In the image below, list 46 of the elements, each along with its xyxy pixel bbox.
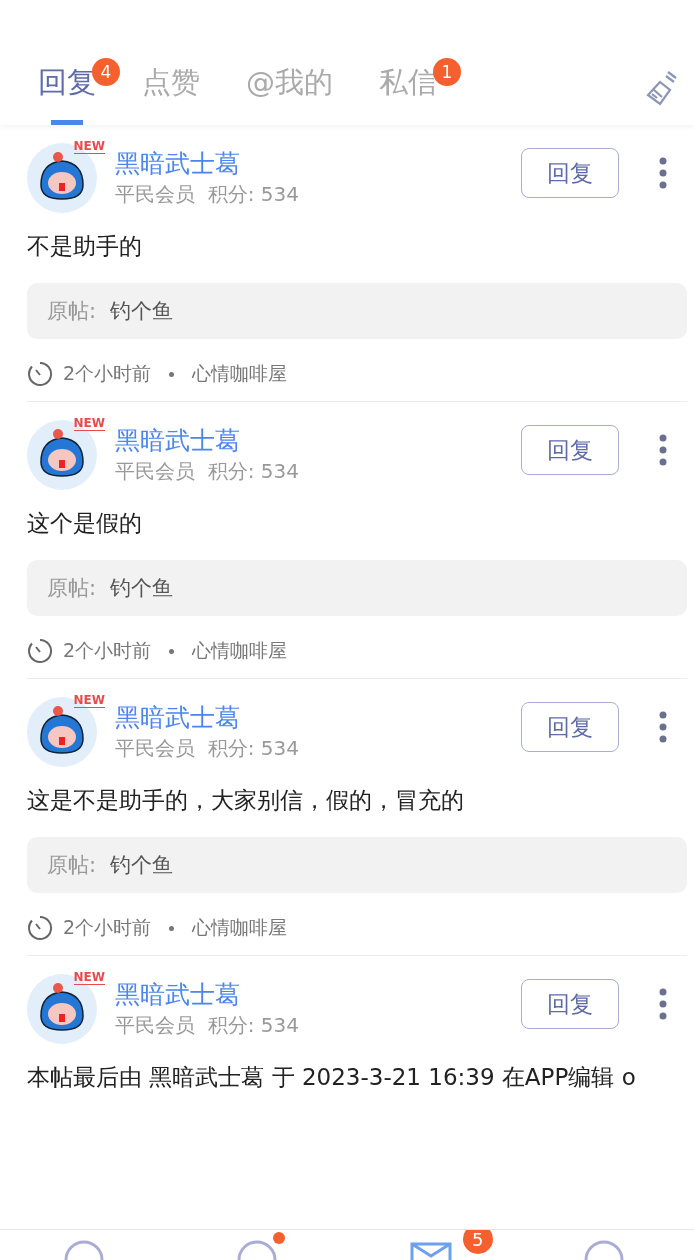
forum-name[interactable]: 心情咖啡屋 xyxy=(192,915,288,941)
new-tag: NEW xyxy=(73,694,105,708)
reply-text: 不是助手的 xyxy=(27,232,143,261)
reply-button[interactable]: 回复 xyxy=(521,979,619,1029)
reply-text: 这个是假的 xyxy=(27,509,143,538)
quote-label: 原帖: xyxy=(47,298,97,325)
clock-icon xyxy=(27,915,53,941)
original-post[interactable]: 原帖: 钓个鱼 xyxy=(27,283,687,339)
reply-button[interactable]: 回复 xyxy=(521,425,619,475)
more-icon[interactable] xyxy=(659,711,667,743)
user-meta: 平民会员 积分: 534 xyxy=(115,458,300,485)
count-badge: 5 xyxy=(462,1230,493,1254)
quote-title: 钓个鱼 xyxy=(110,575,174,602)
user-name[interactable]: 黑暗武士葛 xyxy=(115,425,521,457)
reply-text: 本帖最后由 黑暗武士葛 于 2023-3-21 16:39 在APP编辑 o xyxy=(27,1063,637,1092)
more-icon[interactable] xyxy=(659,988,667,1020)
quote-title: 钓个鱼 xyxy=(110,298,174,325)
post-time: 2个小时前 xyxy=(63,915,152,940)
clock-icon xyxy=(27,638,53,664)
post-time: 2个小时前 xyxy=(63,361,152,386)
new-tag: NEW xyxy=(73,971,105,985)
user-name[interactable]: 黑暗武士葛 xyxy=(115,979,521,1011)
user-meta: 平民会员 积分: 534 xyxy=(115,735,300,762)
more-icon[interactable] xyxy=(659,434,667,466)
reply-text: 这是不是助手的，大家别信，假的，冒充的 xyxy=(27,786,465,815)
quote-label: 原帖: xyxy=(47,575,97,602)
user-name[interactable]: 黑暗武士葛 xyxy=(115,148,521,180)
post-time: 2个小时前 xyxy=(63,638,152,663)
forum-name[interactable]: 心情咖啡屋 xyxy=(192,361,288,387)
more-icon[interactable] xyxy=(659,157,667,189)
new-tag: NEW xyxy=(73,140,105,154)
quote-title: 钓个鱼 xyxy=(110,852,174,879)
user-meta: 平民会员 积分: 534 xyxy=(115,1012,300,1039)
new-tag: NEW xyxy=(73,417,105,431)
count-badge: 4 xyxy=(92,58,120,86)
reply-button[interactable]: 回复 xyxy=(521,702,619,752)
user-meta: 平民会员 积分: 534 xyxy=(115,181,300,208)
original-post[interactable]: 原帖: 钓个鱼 xyxy=(27,837,687,893)
reply-button[interactable]: 回复 xyxy=(521,148,619,198)
original-post[interactable]: 原帖: 钓个鱼 xyxy=(27,560,687,616)
count-badge: 1 xyxy=(433,58,461,86)
notification-dot xyxy=(273,1232,286,1244)
user-name[interactable]: 黑暗武士葛 xyxy=(115,702,521,734)
forum-name[interactable]: 心情咖啡屋 xyxy=(192,638,288,664)
quote-label: 原帖: xyxy=(47,852,97,879)
clock-icon xyxy=(27,361,53,387)
